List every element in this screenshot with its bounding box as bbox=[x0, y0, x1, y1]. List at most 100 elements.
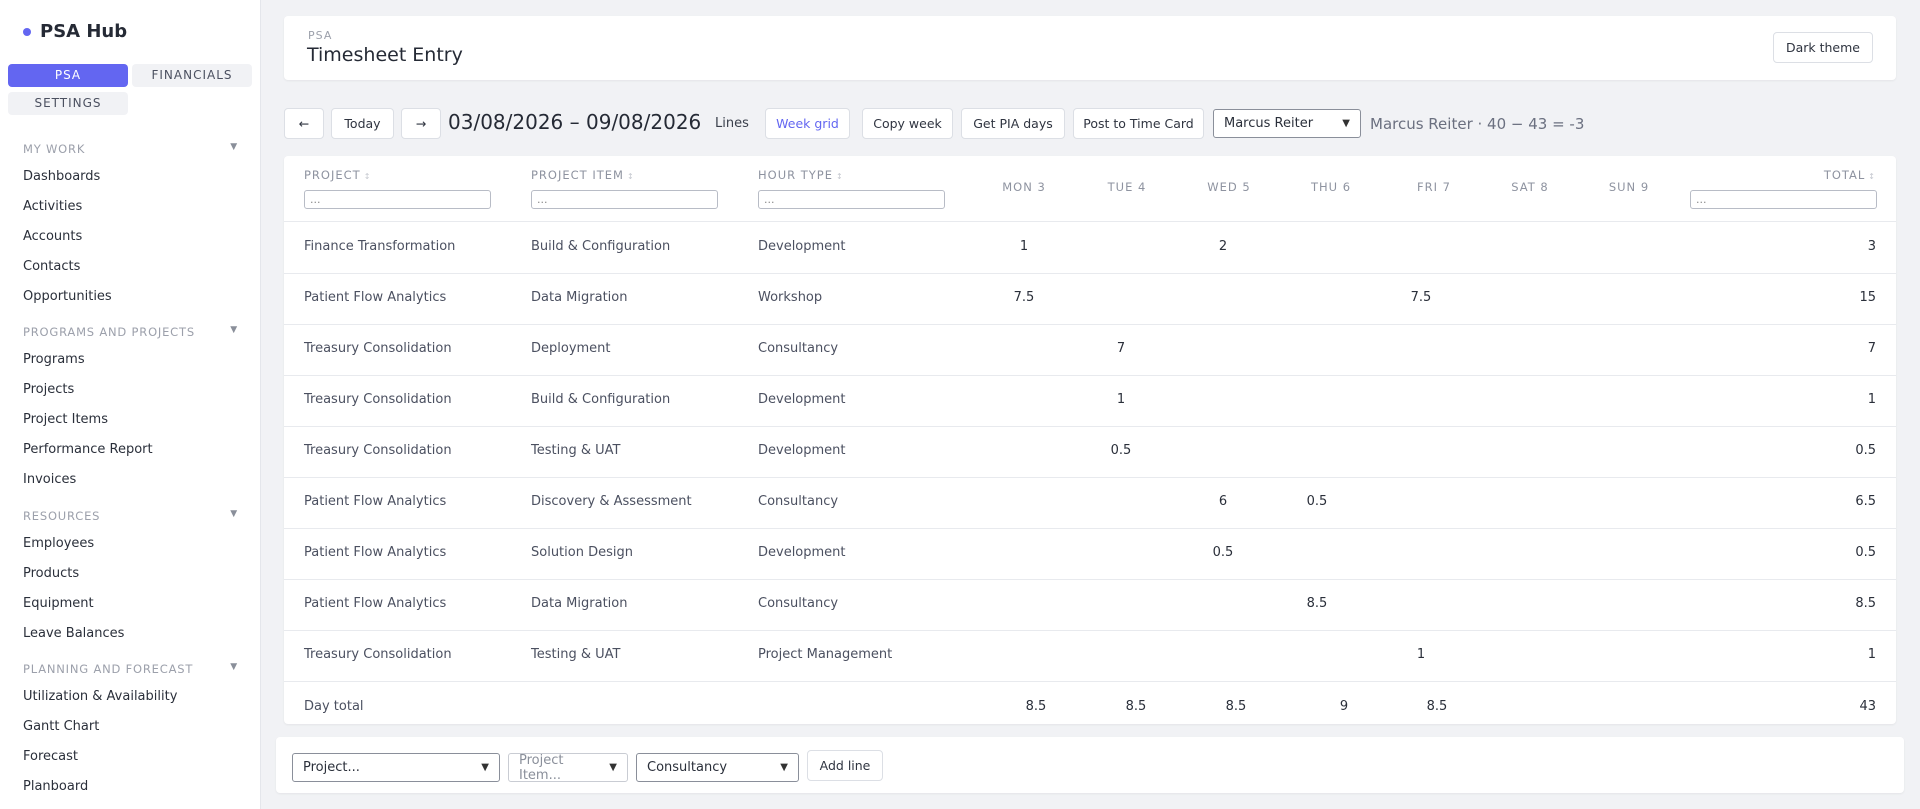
day-hours-cell[interactable]: 1 bbox=[1391, 647, 1451, 662]
row-hour-type: Development bbox=[758, 392, 846, 407]
add-line-bar: Project... ▼ Project Item... ▼ Consultan… bbox=[276, 737, 1904, 793]
add-line-button[interactable]: Add line bbox=[807, 750, 883, 781]
week-grid-button[interactable]: Week grid bbox=[765, 108, 850, 139]
sidebar-section-header[interactable]: MY WORK ▼ bbox=[23, 142, 238, 156]
employee-select[interactable]: Marcus Reiter ▼ bbox=[1213, 109, 1361, 138]
table-row[interactable]: Patient Flow Analytics Discovery & Assess… bbox=[284, 477, 1896, 528]
column-header-project[interactable]: PROJECT ↕ bbox=[304, 168, 371, 182]
day-hours-cell[interactable]: 0.5 bbox=[1193, 545, 1253, 560]
row-hour-type: Development bbox=[758, 545, 846, 560]
sidebar-section-header[interactable]: RESOURCES ▼ bbox=[23, 509, 238, 523]
collapse-caret-icon: ▼ bbox=[230, 325, 238, 335]
row-project: Treasury Consolidation bbox=[304, 341, 452, 356]
sidebar-item-project-items[interactable]: Project Items bbox=[23, 412, 108, 427]
sidebar-item-contacts[interactable]: Contacts bbox=[23, 259, 80, 274]
sort-icon: ↕ bbox=[836, 172, 844, 181]
column-header-project-item[interactable]: PROJECT ITEM ↕ bbox=[531, 168, 635, 182]
lines-view-option[interactable]: Lines bbox=[715, 116, 749, 131]
collapse-caret-icon: ▼ bbox=[230, 662, 238, 672]
table-row[interactable]: Treasury Consolidation Testing & UAT Proje… bbox=[284, 630, 1896, 681]
row-project: Treasury Consolidation bbox=[304, 443, 452, 458]
tab-financials[interactable]: FINANCIALS bbox=[132, 64, 252, 87]
sidebar-item-dashboards[interactable]: Dashboards bbox=[23, 169, 100, 184]
column-header-day: MON 3 bbox=[1002, 180, 1046, 194]
sidebar-item-invoices[interactable]: Invoices bbox=[23, 472, 76, 487]
row-project-item: Testing & UAT bbox=[531, 443, 621, 458]
sidebar-section-title: PROGRAMS AND PROJECTS bbox=[23, 325, 195, 339]
next-week-button[interactable]: → bbox=[401, 108, 441, 139]
sidebar-item-forecast[interactable]: Forecast bbox=[23, 749, 78, 764]
day-hours-cell[interactable]: 0.5 bbox=[1287, 494, 1347, 509]
get-pia-days-button[interactable]: Get PIA days bbox=[961, 108, 1065, 139]
post-to-time-card-button[interactable]: Post to Time Card bbox=[1073, 108, 1204, 139]
day-total-cell: 9 bbox=[1339, 699, 1349, 714]
hours-summary: Marcus Reiter · 40 − 43 = -3 bbox=[1370, 115, 1585, 133]
row-hour-type: Development bbox=[758, 443, 846, 458]
column-header-hour-type[interactable]: HOUR TYPE ↕ bbox=[758, 168, 844, 182]
table-row[interactable]: Patient Flow Analytics Data Migration Work… bbox=[284, 273, 1896, 324]
table-row[interactable]: Patient Flow Analytics Data Migration Cons… bbox=[284, 579, 1896, 630]
project-item-select[interactable]: Project Item... ▼ bbox=[508, 753, 628, 783]
day-hours-cell[interactable]: 1 bbox=[1091, 392, 1151, 407]
day-hours-cell[interactable]: 6 bbox=[1193, 494, 1253, 509]
day-hours-cell[interactable]: 7 bbox=[1091, 341, 1151, 356]
hour-type-select-value: Consultancy bbox=[647, 760, 728, 775]
column-header-label: HOUR TYPE bbox=[758, 168, 834, 182]
sidebar-item-accounts[interactable]: Accounts bbox=[23, 229, 82, 244]
page-header: PSA Timesheet Entry Dark theme bbox=[284, 16, 1896, 80]
hour-type-select[interactable]: Consultancy ▼ bbox=[636, 753, 799, 782]
day-hours-cell[interactable]: 0.5 bbox=[1091, 443, 1151, 458]
sidebar-item-gantt-chart[interactable]: Gantt Chart bbox=[23, 719, 99, 734]
day-total-cell: 8.5 bbox=[1225, 699, 1247, 714]
row-total: 0.5 bbox=[1855, 443, 1876, 458]
sidebar-section-header[interactable]: PROGRAMS AND PROJECTS ▼ bbox=[23, 325, 238, 339]
table-row[interactable]: Treasury Consolidation Testing & UAT Devel… bbox=[284, 426, 1896, 477]
row-project: Patient Flow Analytics bbox=[304, 545, 447, 560]
sidebar-item-planboard[interactable]: Planboard bbox=[23, 779, 88, 794]
tab-settings[interactable]: SETTINGS bbox=[8, 92, 128, 115]
sidebar-item-performance-report[interactable]: Performance Report bbox=[23, 442, 153, 457]
sidebar-item-leave-balances[interactable]: Leave Balances bbox=[23, 626, 124, 641]
column-header-day: THU 6 bbox=[1310, 180, 1352, 194]
column-header-day: WED 5 bbox=[1207, 180, 1251, 194]
sidebar-item-activities[interactable]: Activities bbox=[23, 199, 82, 214]
sidebar-item-projects[interactable]: Projects bbox=[23, 382, 74, 397]
sidebar-item-utilization-availability[interactable]: Utilization & Availability bbox=[23, 689, 177, 704]
day-hours-cell[interactable]: 7.5 bbox=[994, 290, 1054, 305]
row-total: 8.5 bbox=[1855, 596, 1876, 611]
row-project: Treasury Consolidation bbox=[304, 392, 452, 407]
row-project-item: Build & Configuration bbox=[531, 392, 671, 407]
filter-project-input[interactable]: ... bbox=[304, 190, 491, 209]
sidebar-item-opportunities[interactable]: Opportunities bbox=[23, 289, 112, 304]
today-button[interactable]: Today bbox=[331, 108, 394, 139]
table-row[interactable]: Finance Transformation Build & Configurat… bbox=[284, 222, 1896, 273]
chevron-down-icon: ▼ bbox=[1342, 118, 1350, 129]
brand[interactable]: PSA Hub bbox=[23, 21, 127, 42]
sidebar-item-equipment[interactable]: Equipment bbox=[23, 596, 94, 611]
copy-week-button[interactable]: Copy week bbox=[862, 108, 953, 139]
sidebar-item-programs[interactable]: Programs bbox=[23, 352, 85, 367]
day-hours-cell[interactable]: 2 bbox=[1193, 239, 1253, 254]
table-row[interactable]: Treasury Consolidation Build & Configurat… bbox=[284, 375, 1896, 426]
brand-title: PSA Hub bbox=[40, 21, 128, 42]
table-row[interactable]: Patient Flow Analytics Solution Design Dev… bbox=[284, 528, 1896, 579]
table-row[interactable]: Treasury Consolidation Deployment Consulta… bbox=[284, 324, 1896, 375]
sidebar-item-employees[interactable]: Employees bbox=[23, 536, 94, 551]
prev-week-button[interactable]: ← bbox=[284, 108, 324, 139]
sidebar: PSA Hub PSA FINANCIALS SETTINGS MY WORK ▼… bbox=[0, 0, 261, 809]
filter-hour-type-input[interactable]: ... bbox=[758, 190, 945, 209]
day-hours-cell[interactable]: 7.5 bbox=[1391, 290, 1451, 305]
day-hours-cell[interactable]: 1 bbox=[994, 239, 1054, 254]
row-total: 6.5 bbox=[1855, 494, 1876, 509]
day-hours-cell[interactable]: 8.5 bbox=[1287, 596, 1347, 611]
project-select[interactable]: Project... ▼ bbox=[292, 753, 500, 782]
chevron-down-icon: ▼ bbox=[609, 762, 617, 773]
filter-project-item-input[interactable]: ... bbox=[531, 190, 718, 209]
column-header-total[interactable]: TOTAL ↕ bbox=[1824, 168, 1876, 182]
sidebar-section-header[interactable]: PLANNING AND FORECAST ▼ bbox=[23, 662, 238, 676]
day-total-cell: 8.5 bbox=[1025, 699, 1047, 714]
tab-psa[interactable]: PSA bbox=[8, 64, 128, 87]
filter-total-input[interactable]: ... bbox=[1690, 190, 1877, 209]
sidebar-item-products[interactable]: Products bbox=[23, 566, 79, 581]
dark-theme-button[interactable]: Dark theme bbox=[1772, 32, 1873, 63]
